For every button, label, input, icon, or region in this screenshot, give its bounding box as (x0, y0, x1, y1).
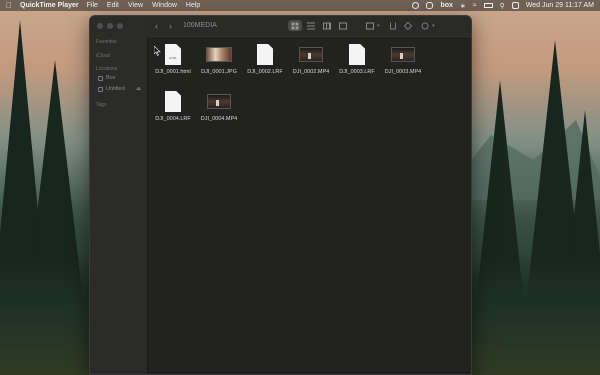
ellipsis-icon (421, 22, 429, 29)
file-name: DJI_0004.LRF (155, 116, 191, 122)
image-thumbnail (206, 47, 232, 62)
eject-icon[interactable]: ⏏ (136, 86, 141, 92)
battery-icon[interactable] (483, 3, 493, 8)
finder-window: Favorites iCloud Locations Box Untitled … (89, 15, 472, 375)
file-name: DJI_0001.JPG (201, 69, 237, 75)
mouse-cursor (153, 43, 161, 61)
video-thumbnail (299, 47, 323, 62)
file-name: DJI_0002.LRF (247, 69, 283, 75)
forward-button[interactable]: › (169, 21, 172, 31)
window-title: 100MEDIA (183, 22, 217, 29)
sidebar-section-favorites[interactable]: Favorites (96, 39, 117, 45)
column-view-button[interactable] (320, 20, 334, 31)
menu-window[interactable]: Window (152, 2, 177, 9)
spotlight-icon[interactable]: ⚲ (500, 2, 505, 10)
list-view-button[interactable] (304, 20, 318, 31)
document-icon: HTML (165, 44, 181, 65)
apple-icon[interactable]:  (6, 1, 12, 10)
document-icon (349, 44, 365, 65)
menu-view[interactable]: View (128, 2, 143, 9)
group-button[interactable] (363, 20, 377, 31)
menu-edit[interactable]: Edit (107, 2, 119, 9)
traffic-lights (97, 23, 123, 29)
bluetooth-icon[interactable]: ∗ (460, 2, 466, 10)
sidebar: Favorites iCloud Locations Box Untitled … (90, 16, 148, 374)
toolbar: ‹ › 100MEDIA ▾ ▾ (147, 16, 471, 39)
sidebar-item-label: Untitled (106, 86, 125, 92)
tag-icon (403, 21, 413, 30)
columns-icon (323, 22, 331, 29)
share-icon (390, 22, 396, 29)
sidebar-item-untitled[interactable]: Untitled (98, 86, 125, 92)
file-item-dji-0001-jpg[interactable]: DJI_0001.JPG (197, 44, 241, 75)
file-name: DJI_0002.MP4 (292, 69, 330, 75)
group-icon (366, 22, 374, 29)
file-item-dji-0004-mp4[interactable]: DJI_0004.MP4 (197, 91, 241, 122)
file-item-dji-0004-lrf[interactable]: DJI_0004.LRF (151, 91, 195, 122)
record-icon[interactable] (412, 2, 420, 9)
datetime[interactable]: Wed Jun 29 11:17 AM (526, 2, 594, 9)
privacy-icon[interactable] (426, 2, 434, 9)
file-name: DJI_0004.MP4 (200, 116, 238, 122)
zoom-button[interactable] (117, 23, 123, 29)
share-button[interactable] (387, 20, 399, 31)
menu-file[interactable]: File (87, 2, 98, 9)
menu-help[interactable]: Help (186, 2, 200, 9)
file-item-dji-0003-lrf[interactable]: DJI_0003.LRF (335, 44, 379, 75)
sidebar-item-label: Box (106, 75, 116, 81)
file-name: DJI_0001.html (155, 69, 191, 75)
file-name: DJI_0003.MP4 (384, 69, 422, 75)
sidebar-item-box[interactable]: Box (98, 75, 115, 81)
video-thumbnail (207, 94, 231, 109)
document-icon (257, 44, 273, 65)
gallery-view-button[interactable] (336, 20, 350, 31)
wifi-icon[interactable]: ≈ (473, 2, 477, 9)
close-button[interactable] (97, 23, 103, 29)
file-item-dji-0003-mp4[interactable]: DJI_0003.MP4 (381, 44, 425, 75)
control-center-icon[interactable] (511, 2, 519, 9)
more-button[interactable] (419, 20, 431, 31)
folder-icon (98, 75, 103, 81)
back-button[interactable]: ‹ (155, 21, 158, 31)
menu-bar:  QuickTime Player File Edit View Window… (0, 0, 600, 11)
menu-app-name[interactable]: QuickTime Player (20, 2, 79, 9)
minimize-button[interactable] (107, 23, 113, 29)
video-thumbnail (391, 47, 415, 62)
list-icon (307, 22, 315, 29)
sidebar-section-tags[interactable]: Tags (96, 102, 107, 108)
file-name: DJI_0003.LRF (339, 69, 375, 75)
file-item-dji-0002-lrf[interactable]: DJI_0002.LRF (243, 44, 287, 75)
grid-icon (291, 22, 299, 29)
chevron-down-icon: ▾ (377, 23, 380, 29)
document-icon (165, 91, 181, 112)
box-status[interactable]: box (440, 2, 452, 9)
sidebar-section-icloud[interactable]: iCloud (96, 53, 110, 59)
chevron-down-icon: ▾ (432, 23, 435, 29)
icon-view-button[interactable] (288, 20, 302, 31)
tag-button[interactable] (402, 20, 414, 31)
drive-icon (98, 86, 103, 92)
gallery-icon (339, 22, 347, 29)
sidebar-section-locations[interactable]: Locations (96, 66, 117, 72)
file-item-dji-0002-mp4[interactable]: DJI_0002.MP4 (289, 44, 333, 75)
